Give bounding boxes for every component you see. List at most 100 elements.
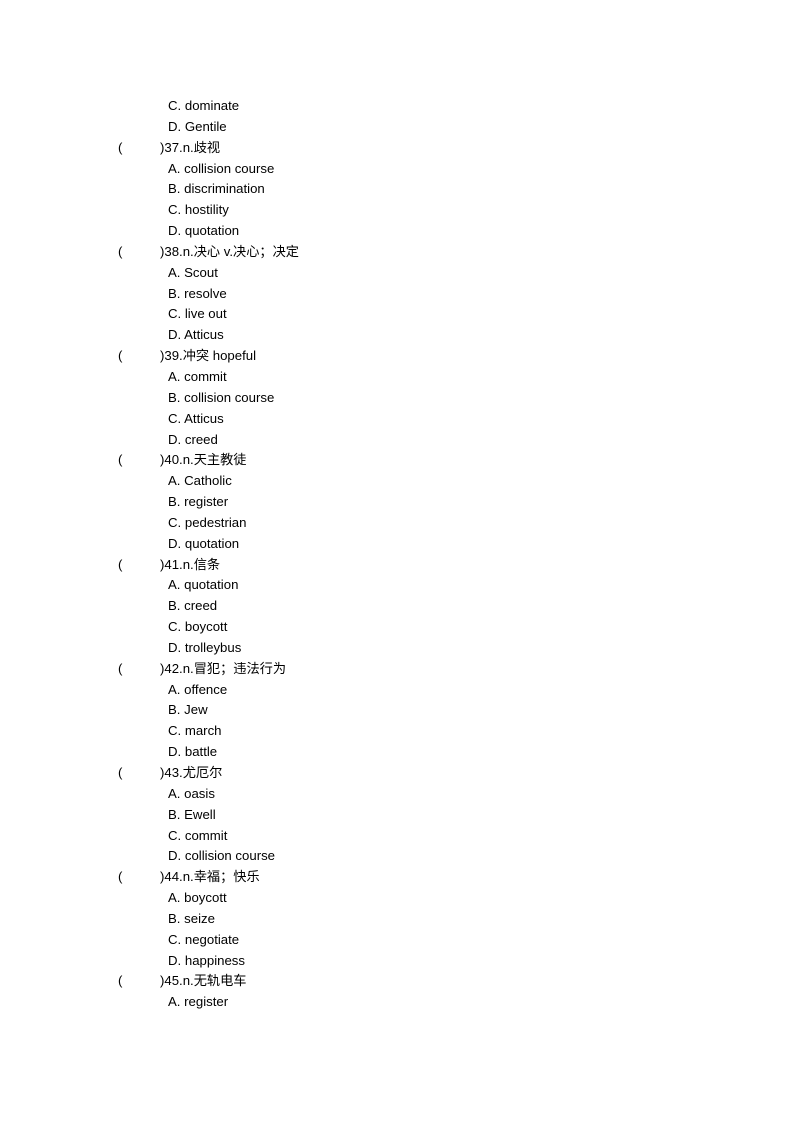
option-label: D.	[168, 223, 182, 239]
answer-option[interactable]: B. resolve	[0, 284, 794, 305]
question-prompt: )42.n.冒犯；违法行为	[160, 660, 287, 676]
question-stem[interactable]: ()43.尤厄尔	[0, 763, 794, 784]
answer-option[interactable]: B. creed	[0, 596, 794, 617]
option-label: A.	[168, 681, 181, 697]
question-prompt: )37.n.歧视	[160, 139, 221, 155]
answer-option[interactable]: B. discrimination	[0, 179, 794, 200]
option-text: creed	[184, 431, 218, 447]
question-stem[interactable]: ( )37.n.歧视	[0, 138, 794, 159]
answer-option[interactable]: B. Ewell	[0, 805, 794, 826]
question-stem[interactable]: ()38.n.决心 v.决心；决定	[0, 242, 794, 263]
option-label: A.	[168, 994, 181, 1010]
option-label: A.	[168, 890, 181, 906]
answer-blank-paren-open: (	[118, 556, 123, 572]
answer-option[interactable]: D. collision course	[0, 846, 794, 867]
option-text: Gentile	[184, 118, 227, 134]
answer-blank-paren-open: (	[118, 243, 123, 259]
question-prompt: )43.尤厄尔	[160, 765, 223, 780]
answer-option[interactable]: A. offence	[0, 680, 794, 701]
question-prompt: )44.n.幸福；快乐	[160, 869, 260, 885]
answer-blank-paren-open: (	[118, 973, 123, 989]
answer-option[interactable]: D. quotation	[0, 534, 794, 555]
answer-option[interactable]: C. pedestrian	[0, 513, 794, 534]
option-text: Atticus	[184, 327, 224, 343]
question-stem[interactable]: ()44.n.幸福；快乐	[0, 867, 794, 888]
option-label: D.	[168, 118, 182, 134]
option-label: C.	[168, 306, 182, 322]
answer-option[interactable]: A. Scout	[0, 263, 794, 284]
answer-option[interactable]: D. battle	[0, 742, 794, 763]
answer-option[interactable]: C. live out	[0, 304, 794, 325]
option-text: happiness	[184, 952, 245, 968]
option-text: seize	[184, 910, 215, 926]
option-text: pedestrian	[184, 514, 247, 530]
answer-option[interactable]: C. dominate	[0, 96, 794, 117]
option-label: C.	[168, 827, 182, 843]
answer-option[interactable]: D. Atticus	[0, 325, 794, 346]
question-stem[interactable]: ( )41.n.信条	[0, 555, 794, 576]
answer-option[interactable]: B. register	[0, 492, 794, 513]
option-text: offence	[184, 681, 228, 697]
answer-option[interactable]: D. happiness	[0, 951, 794, 972]
answer-option[interactable]: D. quotation	[0, 221, 794, 242]
option-label: A.	[168, 473, 181, 489]
answer-option[interactable]: C. hostility	[0, 200, 794, 221]
answer-option[interactable]: C. boycott	[0, 617, 794, 638]
option-text: Jew	[184, 702, 208, 718]
answer-option[interactable]: A. Catholic	[0, 471, 794, 492]
option-label: A.	[168, 577, 181, 593]
option-text: live out	[184, 306, 227, 322]
answer-option[interactable]: C. Atticus	[0, 409, 794, 430]
answer-blank-paren-open: (	[118, 139, 123, 155]
answer-option[interactable]: A. commit	[0, 367, 794, 388]
option-text: Catholic	[184, 473, 232, 489]
answer-option[interactable]: A. oasis	[0, 784, 794, 805]
option-text: commit	[184, 827, 228, 843]
option-text: march	[184, 723, 222, 739]
answer-option[interactable]: D. trolleybus	[0, 638, 794, 659]
option-label: B.	[168, 389, 181, 405]
option-text: collision course	[184, 848, 276, 864]
answer-option[interactable]: B. collision course	[0, 388, 794, 409]
answer-option[interactable]: A. quotation	[0, 575, 794, 596]
question-prompt: )41.n.信条	[160, 556, 221, 572]
answer-option[interactable]: C. march	[0, 721, 794, 742]
answer-option[interactable]: C. negotiate	[0, 930, 794, 951]
option-text: quotation	[184, 223, 240, 239]
option-label: D.	[168, 848, 182, 864]
answer-option[interactable]: A. boycott	[0, 888, 794, 909]
option-text: dominate	[184, 98, 240, 113]
question-stem[interactable]: ()40.n.天主教徒	[0, 450, 794, 471]
option-label: D.	[168, 535, 182, 551]
option-text: quotation	[184, 577, 239, 593]
answer-option[interactable]: C. commit	[0, 826, 794, 847]
option-label: A.	[168, 368, 181, 384]
option-label: A.	[168, 785, 181, 801]
answer-option[interactable]: D. Gentile	[0, 117, 794, 138]
answer-option[interactable]: A. register	[0, 992, 794, 1013]
question-prompt: )45.n.无轨电车	[160, 973, 247, 989]
question-stem[interactable]: ()39.冲突 hopeful	[0, 346, 794, 367]
option-label: C.	[168, 410, 182, 426]
option-text: resolve	[184, 285, 227, 301]
option-text: trolleybus	[184, 639, 242, 655]
answer-option[interactable]: D. creed	[0, 430, 794, 451]
answer-option[interactable]: A. collision course	[0, 159, 794, 180]
option-text: negotiate	[184, 931, 240, 947]
option-label: B.	[168, 702, 181, 718]
option-label: D.	[168, 327, 182, 343]
option-label: B.	[168, 598, 181, 614]
answer-option[interactable]: B. seize	[0, 909, 794, 930]
option-text: register	[184, 494, 229, 510]
option-label: C.	[168, 931, 182, 947]
vocabulary-quiz-list: C. dominate D. Gentile()37.n.歧视 A. collisi…	[0, 96, 794, 1013]
option-text: register	[184, 994, 229, 1010]
question-stem[interactable]: ( )45.n.无轨电车	[0, 971, 794, 992]
option-label: C.	[168, 202, 182, 218]
answer-option[interactable]: B. Jew	[0, 700, 794, 721]
option-text: hostility	[184, 202, 229, 218]
option-label: B.	[168, 910, 181, 926]
answer-blank-paren-open: (	[118, 452, 123, 468]
question-stem[interactable]: ( )42.n.冒犯；违法行为	[0, 659, 794, 680]
answer-blank-paren-open: (	[118, 660, 123, 676]
